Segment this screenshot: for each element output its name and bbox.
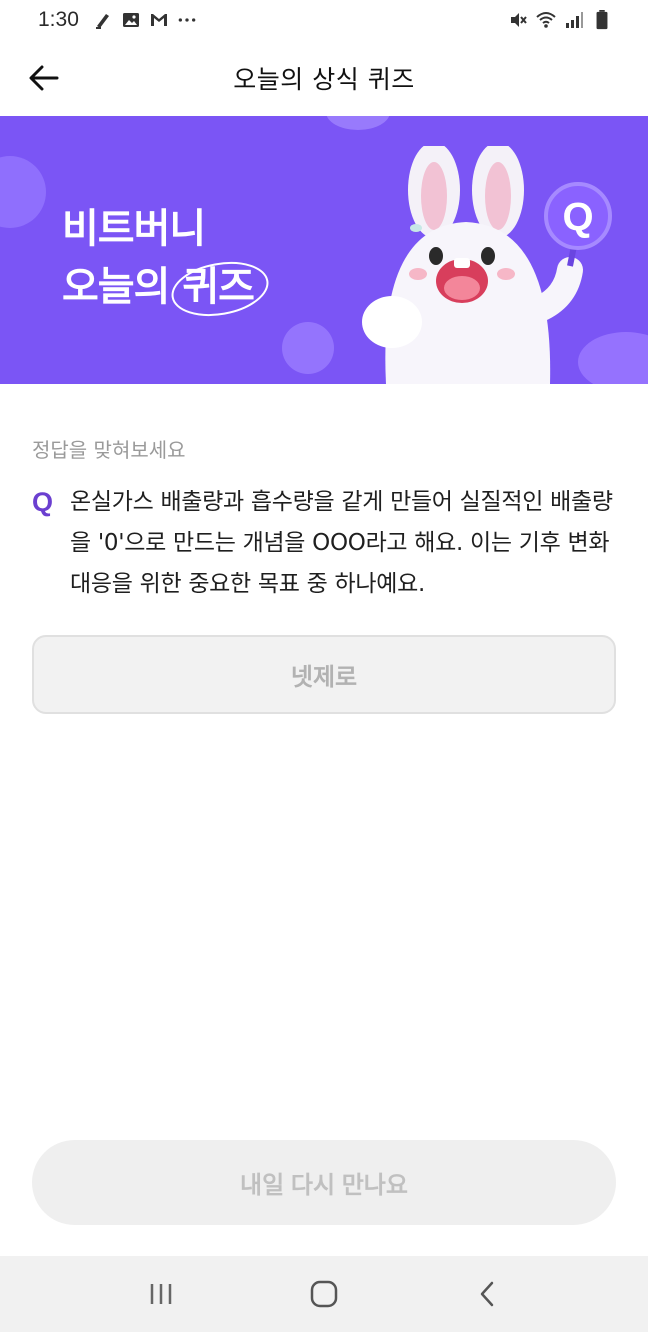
system-nav-bar	[0, 1256, 648, 1332]
image-icon	[122, 13, 139, 27]
status-bar: 1:30	[0, 0, 648, 40]
banner-title-prefix: 오늘의	[62, 264, 183, 310]
see-you-tomorrow-button[interactable]: 내일 다시 만나요	[32, 1140, 616, 1225]
more-dots-icon	[178, 18, 196, 22]
wifi-icon	[536, 12, 556, 28]
decorative-coin	[0, 156, 46, 228]
status-time: 1:30	[38, 8, 79, 31]
back-icon	[480, 1281, 493, 1307]
decorative-coin	[326, 116, 390, 130]
banner-title-line1: 비트버니	[62, 206, 206, 252]
banner-title-highlight: 퀴즈	[171, 262, 269, 316]
notification-icons	[93, 10, 197, 30]
status-left: 1:30	[38, 8, 197, 32]
highlight-ellipse-icon	[171, 262, 269, 316]
bunny-mascot-illustration: Q	[362, 146, 612, 384]
question-mark-label: Q	[32, 487, 54, 517]
signal-icon	[566, 12, 583, 28]
mute-icon	[511, 13, 527, 27]
battery-icon	[596, 10, 608, 30]
pen-icon	[95, 14, 109, 29]
quiz-banner: 비트버니 오늘의 퀴즈 Q	[0, 116, 648, 384]
system-back-button[interactable]	[457, 1264, 517, 1324]
answer-text: 넷제로	[290, 663, 358, 691]
question-row: Q 온실가스 배출량과 흡수량을 같게 만들어 실질적인 배출량을 '0'으로 …	[32, 482, 622, 605]
banner-title-line2: 오늘의 퀴즈	[62, 258, 269, 316]
home-icon	[310, 1280, 338, 1308]
question-prompt: 정답을 맞혀보세요	[32, 438, 186, 462]
back-button[interactable]	[26, 60, 62, 96]
banner-title: 비트버니 오늘의 퀴즈	[62, 200, 269, 316]
home-button[interactable]	[294, 1264, 354, 1324]
recent-apps-button[interactable]	[131, 1264, 191, 1324]
system-icons	[508, 10, 612, 30]
cta-label: 내일 다시 만나요	[240, 1172, 408, 1199]
question-text: 온실가스 배출량과 흡수량을 같게 만들어 실질적인 배출량을 '0'으로 만드…	[70, 489, 613, 597]
decorative-coin	[282, 322, 334, 374]
gmail-icon	[150, 14, 167, 26]
quiz-screen: 1:30 오늘의 상식 퀴즈 비트버니 오늘의 퀴즈 Q 정답을 맞혀보세요 Q…	[0, 0, 648, 1332]
mascot-badge-letter: Q	[562, 195, 593, 239]
arrow-left-icon	[29, 65, 59, 91]
app-header: 오늘의 상식 퀴즈	[0, 40, 648, 116]
recent-apps-icon	[151, 1284, 172, 1304]
answer-box: 넷제로	[32, 635, 616, 714]
page-title: 오늘의 상식 퀴즈	[233, 65, 415, 94]
